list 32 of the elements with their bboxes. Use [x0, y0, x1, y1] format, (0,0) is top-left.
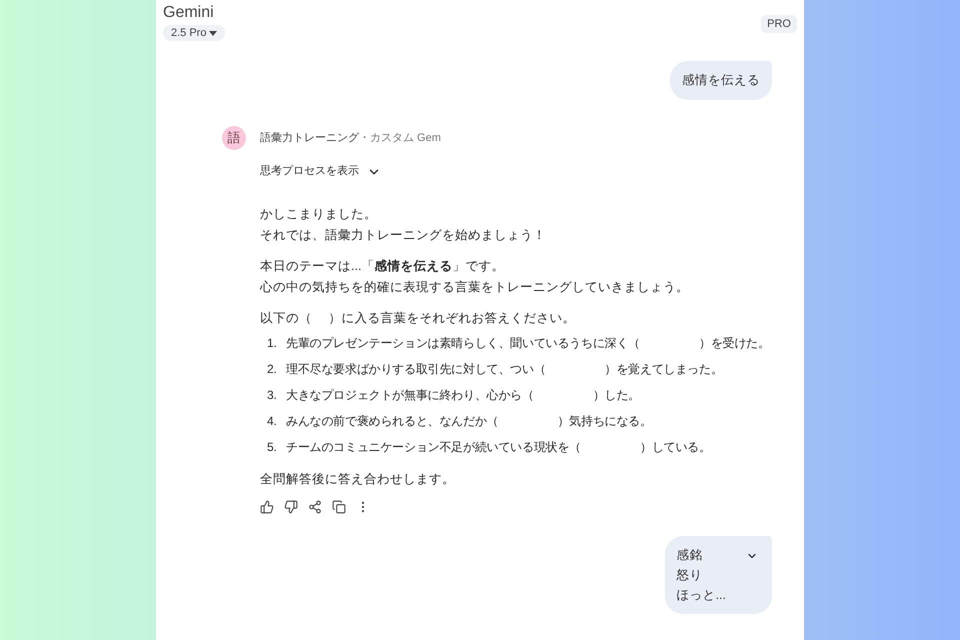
question-text: 大きなプロジェクトが無事に終わり、心から（ ）した。 [286, 387, 640, 404]
question-text: 先輩のプレゼンテーションは素晴らしく、聞いているうちに深く（ ）を受けた。 [286, 335, 770, 352]
show-thinking-toggle[interactable]: 思考プロセスを表示 [260, 161, 381, 182]
response-text: それでは、語彙力トレーニングを始めましょう！ [260, 227, 547, 244]
gem-type: ・カスタム Gem [359, 131, 441, 146]
question-text: 理不尽な要求ばかりする取引先に対して、つい（ ）を覚えてしまった。 [286, 361, 723, 378]
response-text: 以下の（ ）に入る言葉をそれぞれお答えください。 [260, 310, 576, 327]
response-text: 心の中の気持ちを的確に表現する言葉をトレーニングしていきましょう。 [260, 279, 690, 296]
copy-icon[interactable] [332, 500, 346, 514]
list-number: 2. [267, 361, 277, 378]
thumbs-up-icon[interactable] [260, 500, 274, 514]
model-selector[interactable]: 2.5 Pro [163, 25, 226, 41]
question-text: チームのコミュニケーション不足が続いている現状を（ ）している。 [286, 439, 711, 456]
list-number: 5. [267, 439, 277, 456]
message-line: 感銘 [676, 547, 704, 564]
list-number: 1. [267, 335, 277, 352]
gem-name: 語彙力トレーニング [260, 131, 359, 146]
thumbs-down-icon[interactable] [284, 500, 298, 514]
message-line: 怒り [676, 567, 704, 584]
response-text: かしこまりました。 [260, 206, 378, 223]
message-line: ほっと... [676, 587, 726, 604]
response-text: 本日のテーマは...「感情を伝える」です。 [260, 258, 506, 275]
caret-icon [209, 30, 218, 36]
app-title: Gemini [163, 4, 214, 22]
list-number: 3. [267, 387, 277, 404]
gem-avatar: 語 [222, 126, 246, 150]
plan-badge: PRO [761, 15, 797, 33]
user-message: 感情を伝える [670, 61, 772, 100]
question-text: みんなの前で褒められると、なんだか（ ）気持ちになる。 [286, 413, 652, 430]
share-icon[interactable] [308, 500, 322, 514]
list-number: 4. [267, 413, 277, 430]
response-text: 全問解答後に答え合わせします。 [260, 471, 456, 488]
